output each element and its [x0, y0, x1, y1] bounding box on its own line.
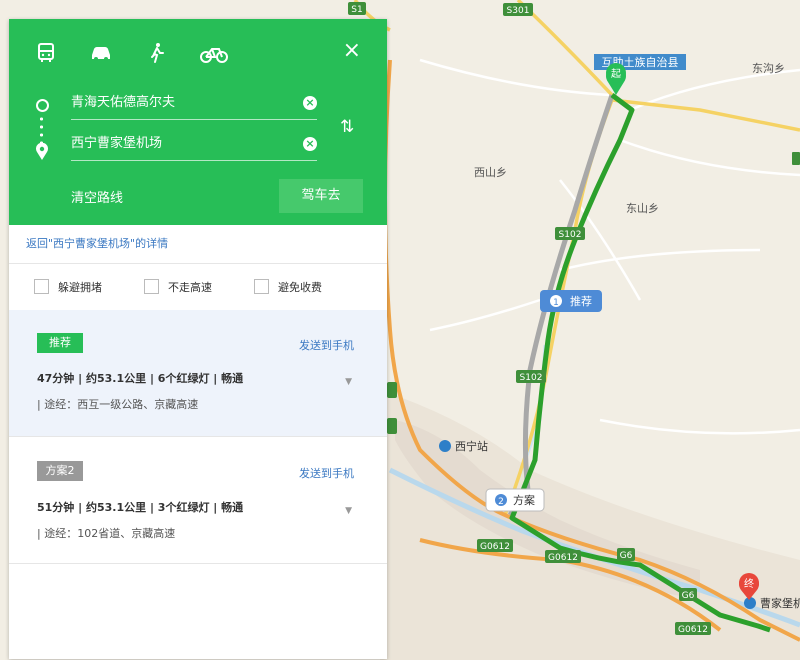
location-pin-icon — [36, 143, 48, 160]
start-icon — [36, 99, 49, 112]
route-option-1[interactable]: 推荐 发送到手机 47分钟 | 约53.1公里 | 6个红绿灯 | 畅通 ▼ |… — [9, 310, 387, 436]
clear-end-icon[interactable]: × — [303, 137, 317, 151]
road-label: G0612 — [548, 553, 578, 563]
place-label[interactable]: 东山乡 — [626, 202, 659, 215]
start-value: 青海天佑德高尔夫 — [71, 95, 176, 110]
place-label[interactable]: 西山乡 — [474, 166, 507, 179]
bike-icon[interactable] — [199, 41, 229, 65]
route-option-2[interactable]: 方案2 发送到手机 51分钟 | 约53.1公里 | 3个红绿灯 | 畅通 ▼ … — [9, 436, 387, 564]
place-label[interactable]: 西宁站 — [455, 439, 488, 453]
road-label: S102 — [520, 373, 543, 383]
route-summary: 47分钟 | 约53.1公里 | 6个红绿灯 | 畅通 — [37, 372, 244, 385]
end-input[interactable]: 西宁曹家堡机场 × — [71, 128, 317, 161]
svg-text:终: 终 — [744, 577, 754, 590]
route-label-recommend[interactable]: 1 推荐 — [540, 290, 602, 312]
route-via: | 途经：102省道、京藏高速 — [37, 527, 176, 540]
send-to-phone-link[interactable]: 发送到手机 — [299, 465, 354, 481]
plan-tag: 方案2 — [37, 461, 83, 481]
road-label: G0612 — [678, 625, 708, 635]
search-header: × 青海天佑德高尔夫 × 西宁曹家堡机场 × ⇅ 清空路线 驾车去 — [9, 19, 387, 225]
car-icon[interactable] — [88, 41, 114, 65]
route-options: 躲避拥堵 不走高速 避免收费 — [9, 263, 387, 311]
route-dots — [40, 115, 43, 143]
route-panel: × 青海天佑德高尔夫 × 西宁曹家堡机场 × ⇅ 清空路线 驾车去 返回"西宁曹… — [9, 19, 387, 659]
road-label: S1 — [351, 5, 362, 15]
svg-text:起: 起 — [611, 68, 621, 80]
chevron-down-icon[interactable]: ▼ — [345, 377, 352, 387]
clear-route-link[interactable]: 清空路线 — [71, 187, 123, 206]
avoid-congestion-checkbox[interactable]: 躲避拥堵 — [34, 279, 102, 295]
walk-icon[interactable] — [144, 41, 170, 65]
route-label-plan[interactable]: 2 方案 — [485, 488, 545, 512]
route-summary: 51分钟 | 约53.1公里 | 3个红绿灯 | 畅通 — [37, 501, 244, 514]
end-value: 西宁曹家堡机场 — [71, 136, 163, 151]
start-input[interactable]: 青海天佑德高尔夫 × — [71, 87, 317, 120]
svg-text:推荐: 推荐 — [570, 294, 592, 308]
place-label[interactable]: 曹家堡机场 — [760, 596, 800, 610]
svg-text:1: 1 — [553, 298, 559, 308]
road-label: G6 — [620, 551, 633, 561]
bus-icon[interactable] — [33, 41, 59, 65]
chevron-down-icon[interactable]: ▼ — [345, 506, 352, 516]
drive-button[interactable]: 驾车去 — [279, 179, 363, 213]
svg-text:2: 2 — [498, 497, 504, 507]
road-label: G0612 — [480, 542, 510, 552]
send-to-phone-link[interactable]: 发送到手机 — [299, 337, 354, 353]
road-label: G6 — [682, 591, 695, 601]
airport-icon — [744, 597, 756, 609]
swap-icon[interactable]: ⇅ — [340, 117, 354, 137]
place-label[interactable]: 东沟乡 — [752, 62, 785, 75]
close-icon[interactable]: × — [343, 39, 361, 63]
no-highway-checkbox[interactable]: 不走高速 — [144, 279, 212, 295]
station-icon — [439, 440, 451, 452]
back-to-details-link[interactable]: 返回"西宁曹家堡机场"的详情 — [26, 235, 168, 251]
clear-start-icon[interactable]: × — [303, 96, 317, 110]
road-label: S301 — [507, 6, 530, 16]
route-via: | 途经：西互一级公路、京藏高速 — [37, 398, 199, 411]
svg-text:方案: 方案 — [513, 493, 535, 507]
avoid-toll-checkbox[interactable]: 避免收费 — [254, 279, 322, 295]
recommend-tag: 推荐 — [37, 333, 83, 353]
road-label: S102 — [559, 230, 582, 240]
